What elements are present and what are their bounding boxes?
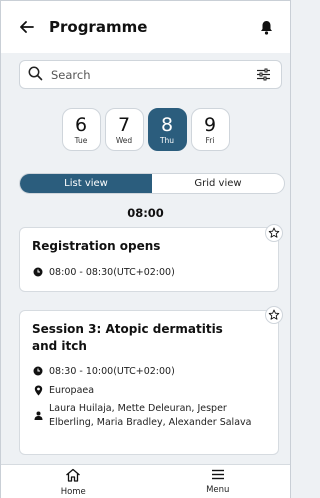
page-title: Programme xyxy=(49,18,148,36)
session-title: Registration opens xyxy=(32,239,161,253)
date-weekday: Tue xyxy=(74,135,88,145)
search-icon xyxy=(28,66,43,84)
session-card[interactable]: Session 3: Atopic dermatitis and itch 08… xyxy=(19,310,279,455)
location-pin-icon xyxy=(32,384,44,396)
person-icon xyxy=(32,402,44,420)
date-weekday: Thu xyxy=(159,135,175,145)
session-speakers: Laura Huilaja, Mette Deleuran, Jesper El… xyxy=(49,403,252,428)
session-time-row: 08:00 - 08:30(UTC+02:00) xyxy=(32,266,266,280)
favorite-star-icon[interactable] xyxy=(265,306,283,324)
back-arrow-icon[interactable] xyxy=(17,17,37,37)
session-time-row: 08:30 - 10:00(UTC+02:00) xyxy=(32,365,266,379)
filter-sliders-icon[interactable] xyxy=(253,65,273,85)
grid-view-tab[interactable]: Grid view xyxy=(152,174,284,193)
app-header: Programme xyxy=(1,1,290,53)
home-icon xyxy=(65,468,81,485)
bottom-navigation: Home Menu xyxy=(1,464,290,498)
date-tue-6[interactable]: 6 Tue xyxy=(61,108,101,151)
search-input[interactable] xyxy=(51,67,253,82)
list-view-tab[interactable]: List view xyxy=(20,174,152,193)
date-number: 9 xyxy=(203,113,217,136)
nav-menu-label: Menu xyxy=(206,485,230,495)
session-time: 08:00 - 08:30(UTC+02:00) xyxy=(49,267,175,278)
date-weekday: Fri xyxy=(205,135,215,145)
date-thu-8[interactable]: 8 Thu xyxy=(147,108,187,151)
favorite-star-icon[interactable] xyxy=(265,224,283,242)
date-number: 8 xyxy=(160,113,174,136)
session-location: Europaea xyxy=(49,385,95,396)
hamburger-menu-icon xyxy=(211,469,225,483)
date-selector: 6 Tue 7 Wed 8 Thu 9 Fri xyxy=(1,108,290,151)
nav-home-label: Home xyxy=(60,486,86,497)
bell-icon[interactable] xyxy=(256,17,276,37)
app-screen: Programme 6 Tue 7 Wed xyxy=(0,0,291,498)
nav-menu[interactable]: Menu xyxy=(146,465,291,498)
date-fri-9[interactable]: 9 Fri xyxy=(190,108,230,151)
date-number: 7 xyxy=(117,113,131,136)
date-weekday: Wed xyxy=(115,135,133,145)
view-toggle: List view Grid view xyxy=(19,173,285,194)
date-wed-7[interactable]: 7 Wed xyxy=(104,108,144,151)
session-speakers-row: Laura Huilaja, Mette Deleuran, Jesper El… xyxy=(32,402,266,430)
session-card[interactable]: Registration opens 08:00 - 08:30(UTC+02:… xyxy=(19,227,279,292)
session-location-row: Europaea xyxy=(32,384,266,398)
date-number: 6 xyxy=(74,113,88,136)
search-bar xyxy=(19,60,282,89)
nav-home[interactable]: Home xyxy=(1,465,146,498)
clock-icon xyxy=(32,266,44,277)
clock-icon xyxy=(32,365,44,376)
time-slot-heading: 08:00 xyxy=(127,206,164,220)
session-title: Session 3: Atopic dermatitis and itch xyxy=(32,322,223,353)
session-time: 08:30 - 10:00(UTC+02:00) xyxy=(49,366,175,377)
